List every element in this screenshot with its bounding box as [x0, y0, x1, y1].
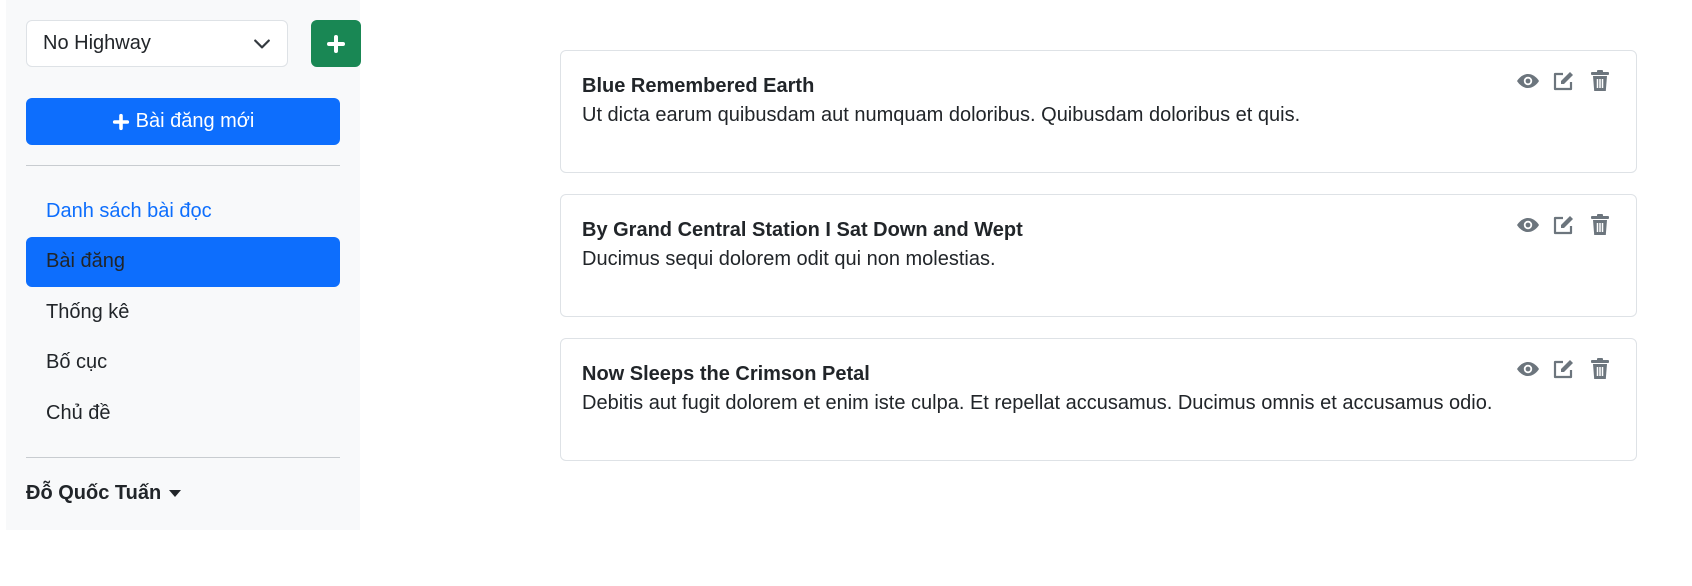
- divider: [26, 165, 340, 166]
- caret-down-icon: [169, 490, 182, 497]
- sidebar: No Highway Bài đăng mới Danh sách bài đọ…: [6, 0, 361, 530]
- trash-icon[interactable]: [1588, 69, 1612, 93]
- sidebar-nav: Danh sách bài đọc Bài đăng Thống kê Bố c…: [26, 186, 340, 439]
- post-actions: [1516, 357, 1612, 381]
- user-menu[interactable]: Đỗ Quốc Tuấn: [26, 482, 182, 505]
- sidebar-item-posts[interactable]: Bài đăng: [26, 236, 340, 287]
- post-actions: [1516, 213, 1612, 237]
- post-excerpt: Ducimus sequi dolorem odit qui non moles…: [582, 248, 996, 270]
- post-title[interactable]: Now Sleeps the Crimson Petal: [582, 363, 1615, 386]
- plus-icon: [112, 113, 130, 131]
- trash-icon[interactable]: [1588, 213, 1612, 237]
- divider: [26, 457, 340, 458]
- add-blog-button[interactable]: [311, 20, 361, 67]
- trash-icon[interactable]: [1588, 357, 1612, 381]
- edit-icon[interactable]: [1552, 357, 1576, 381]
- sidebar-item-stats[interactable]: Thống kê: [26, 287, 340, 337]
- chevron-down-icon: [253, 35, 271, 53]
- eye-icon[interactable]: [1516, 213, 1540, 237]
- edit-icon[interactable]: [1552, 213, 1576, 237]
- sidebar-item-theme[interactable]: Chủ đề: [26, 388, 340, 438]
- post-card: By Grand Central Station I Sat Down and …: [560, 194, 1637, 317]
- new-post-label: Bài đăng mới: [135, 110, 255, 132]
- sidebar-item-layout[interactable]: Bố cục: [26, 338, 340, 388]
- new-post-button[interactable]: Bài đăng mới: [26, 98, 340, 145]
- post-actions: [1516, 69, 1612, 93]
- blog-select-value: No Highway: [43, 32, 151, 54]
- post-excerpt: Debitis aut fugit dolorem et enim iste c…: [582, 392, 1493, 414]
- post-title[interactable]: By Grand Central Station I Sat Down and …: [582, 219, 1615, 242]
- edit-icon[interactable]: [1552, 69, 1576, 93]
- eye-icon[interactable]: [1516, 357, 1540, 381]
- post-card: Now Sleeps the Crimson Petal Debitis aut…: [560, 338, 1637, 461]
- plus-icon: [326, 34, 346, 54]
- post-list: Blue Remembered Earth Ut dicta earum qui…: [560, 50, 1637, 482]
- sidebar-item-reading-list[interactable]: Danh sách bài đọc: [26, 186, 340, 236]
- user-name: Đỗ Quốc Tuấn: [26, 482, 162, 504]
- post-excerpt: Ut dicta earum quibusdam aut numquam dol…: [582, 104, 1301, 126]
- eye-icon[interactable]: [1516, 69, 1540, 93]
- post-title[interactable]: Blue Remembered Earth: [582, 75, 1615, 98]
- blog-select[interactable]: No Highway: [26, 20, 288, 67]
- post-card: Blue Remembered Earth Ut dicta earum qui…: [560, 50, 1637, 173]
